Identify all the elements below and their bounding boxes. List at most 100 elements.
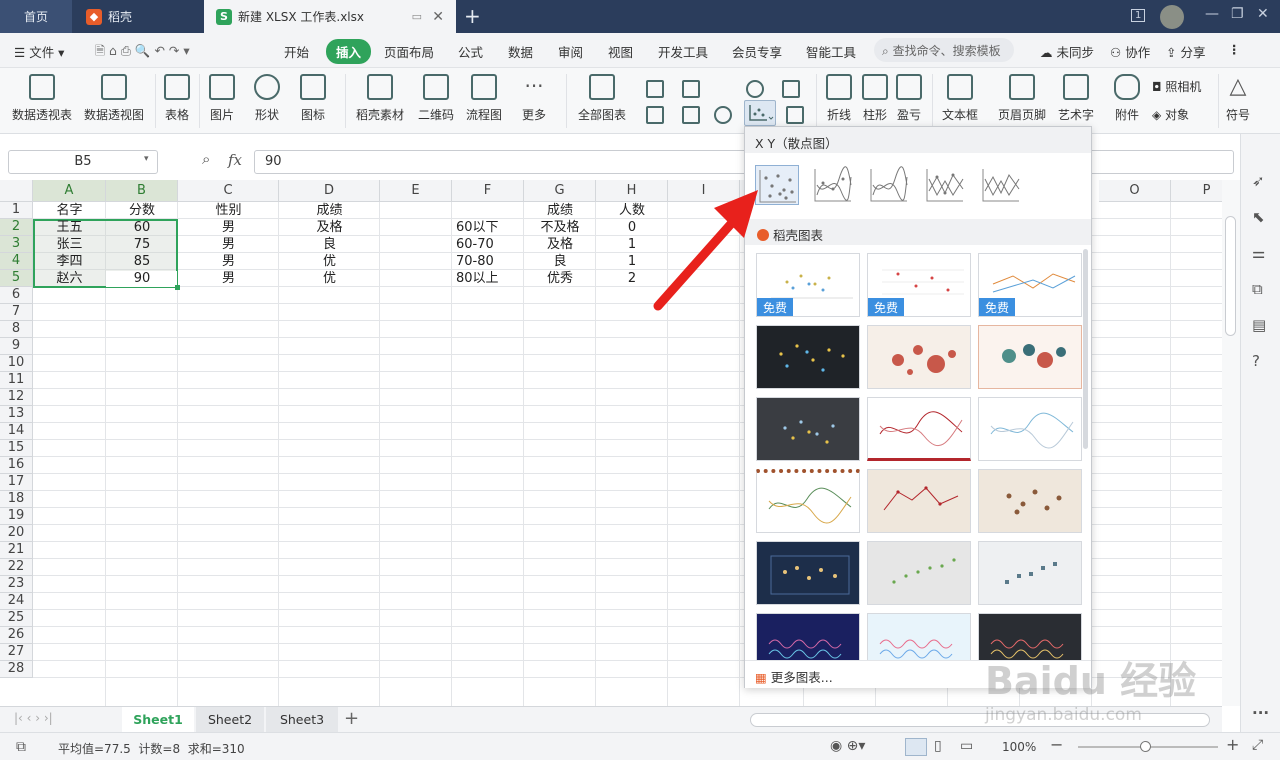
- sheet-nav-arrows[interactable]: |‹ ‹ › ›|: [14, 711, 53, 725]
- pivot-chart-button[interactable]: 数据透视图: [84, 74, 144, 123]
- macro-record-icon[interactable]: ⧉: [16, 739, 26, 755]
- sync-status[interactable]: ☁ 未同步: [1040, 42, 1094, 61]
- row-header[interactable]: 26: [0, 627, 33, 644]
- table-cell[interactable]: 80以上: [452, 270, 524, 287]
- table-cell[interactable]: 性别: [178, 202, 279, 219]
- new-tab-button[interactable]: +: [464, 4, 481, 28]
- table-cell[interactable]: 75: [106, 236, 178, 253]
- avatar[interactable]: [1160, 5, 1184, 29]
- name-box-dropdown-icon[interactable]: ▾: [144, 154, 149, 164]
- eye-protect-icon[interactable]: ◉ ⊕▾: [830, 738, 865, 754]
- sparkline-column-button[interactable]: 柱形: [862, 74, 888, 123]
- template-thumbnail[interactable]: [978, 541, 1082, 605]
- table-cell[interactable]: 优: [279, 253, 380, 270]
- row-header[interactable]: 19: [0, 508, 33, 525]
- table-cell[interactable]: 良: [524, 253, 596, 270]
- select-all-corner[interactable]: [0, 180, 33, 202]
- textbox-button[interactable]: 文本框: [942, 74, 978, 123]
- scatter-smooth-option[interactable]: [867, 165, 911, 205]
- table-cell[interactable]: 男: [178, 236, 279, 253]
- column-header[interactable]: O: [1099, 180, 1171, 202]
- column-header[interactable]: G: [524, 180, 596, 202]
- menu-review[interactable]: 审阅: [558, 42, 583, 61]
- template-thumbnail[interactable]: 免费: [978, 253, 1082, 317]
- quick-access-toolbar[interactable]: 🗎 ⌂ ⎙ 🔍 ↶ ↷ ▾: [95, 42, 190, 63]
- qr-code-button[interactable]: 二维码: [418, 74, 454, 123]
- column-header[interactable]: D: [279, 180, 380, 202]
- wordart-button[interactable]: 艺术字: [1058, 74, 1094, 123]
- table-cell[interactable]: 60以下: [452, 219, 524, 236]
- share-button[interactable]: ⇪ 分享: [1166, 42, 1205, 61]
- table-cell[interactable]: 张三: [33, 236, 106, 253]
- template-thumbnail[interactable]: [867, 469, 971, 533]
- window-count-badge[interactable]: 1: [1131, 9, 1146, 22]
- template-thumbnail[interactable]: [978, 325, 1082, 389]
- column-header[interactable]: A: [33, 180, 106, 202]
- area-chart-icon[interactable]: [646, 106, 664, 124]
- scatter-chart-button[interactable]: [744, 100, 776, 126]
- zoom-in-icon[interactable]: +: [1226, 735, 1239, 754]
- row-header[interactable]: 25: [0, 610, 33, 627]
- docer-material-button[interactable]: 稻壳素材: [356, 74, 404, 123]
- row-header[interactable]: 2: [0, 219, 33, 236]
- template-thumbnail[interactable]: [756, 397, 860, 461]
- scatter-smooth-markers-option[interactable]: [811, 165, 855, 205]
- template-thumbnail[interactable]: [867, 613, 971, 660]
- row-header[interactable]: 12: [0, 389, 33, 406]
- camera-button[interactable]: ◘ 照相机: [1152, 78, 1201, 95]
- row-header[interactable]: 5: [0, 270, 33, 287]
- zoom-search-icon[interactable]: ⌕: [202, 150, 210, 168]
- table-cell[interactable]: 及格: [279, 219, 380, 236]
- stock-chart-icon[interactable]: [782, 80, 800, 98]
- scatter-straight-option[interactable]: [979, 165, 1023, 205]
- table-cell[interactable]: 男: [178, 253, 279, 270]
- row-header[interactable]: 15: [0, 440, 33, 457]
- table-cell[interactable]: 60: [106, 219, 178, 236]
- header-footer-button[interactable]: 页眉页脚: [998, 74, 1046, 123]
- table-cell[interactable]: 成绩: [279, 202, 380, 219]
- symbol-button[interactable]: △ 符号: [1226, 74, 1250, 123]
- flowchart-button[interactable]: 流程图: [466, 74, 502, 123]
- backup-icon[interactable]: ⧉: [1252, 280, 1270, 298]
- template-thumbnail[interactable]: [867, 325, 971, 389]
- close-window-icon[interactable]: ✕: [1257, 6, 1269, 22]
- icon-library-button[interactable]: 图标: [300, 74, 326, 123]
- menu-smart-tools[interactable]: 智能工具: [806, 42, 862, 61]
- table-cell[interactable]: 名字: [33, 202, 106, 219]
- collaborate-button[interactable]: ⚇ 协作: [1110, 42, 1150, 61]
- table-cell[interactable]: 成绩: [524, 202, 596, 219]
- tab-docer[interactable]: ◆ 稻壳: [74, 0, 202, 33]
- combo-chart-icon[interactable]: [682, 106, 700, 124]
- row-header[interactable]: 7: [0, 304, 33, 321]
- column-chart-icon[interactable]: [646, 80, 664, 98]
- row-header[interactable]: 20: [0, 525, 33, 542]
- page-layout-view-icon[interactable]: ▯: [934, 738, 942, 754]
- column-header[interactable]: C: [178, 180, 279, 202]
- template-thumbnail[interactable]: [756, 613, 860, 660]
- row-header[interactable]: 23: [0, 576, 33, 593]
- sparkline-winloss-button[interactable]: 盈亏: [896, 74, 922, 123]
- table-cell[interactable]: 不及格: [524, 219, 596, 236]
- select-pointer-icon[interactable]: ⬉: [1252, 208, 1270, 226]
- picture-button[interactable]: 图片: [209, 74, 235, 123]
- table-cell[interactable]: 及格: [524, 236, 596, 253]
- rocket-icon[interactable]: ➶: [1252, 172, 1270, 190]
- scatter-straight-markers-option[interactable]: [923, 165, 967, 205]
- template-thumbnail[interactable]: [756, 325, 860, 389]
- search-command-box[interactable]: ⌕ 查找命令、搜索模板: [874, 38, 1014, 62]
- settings-sliders-icon[interactable]: ⚌: [1252, 244, 1270, 262]
- row-header[interactable]: 22: [0, 559, 33, 576]
- sheet-tab-3[interactable]: Sheet3: [266, 707, 338, 732]
- more-options-icon[interactable]: ⋮: [1228, 42, 1241, 57]
- restore-icon[interactable]: ❐: [1231, 6, 1244, 22]
- close-tab-icon[interactable]: ✕: [432, 9, 444, 25]
- table-cell[interactable]: 90: [106, 270, 178, 287]
- menu-view[interactable]: 视图: [608, 42, 633, 61]
- row-header[interactable]: 17: [0, 474, 33, 491]
- column-header[interactable]: E: [380, 180, 452, 202]
- row-header[interactable]: 21: [0, 542, 33, 559]
- sheet-tab-1[interactable]: Sheet1: [122, 707, 194, 732]
- row-header[interactable]: 8: [0, 321, 33, 338]
- panel-more-icon[interactable]: ···: [1252, 704, 1270, 722]
- template-thumbnail[interactable]: [867, 541, 971, 605]
